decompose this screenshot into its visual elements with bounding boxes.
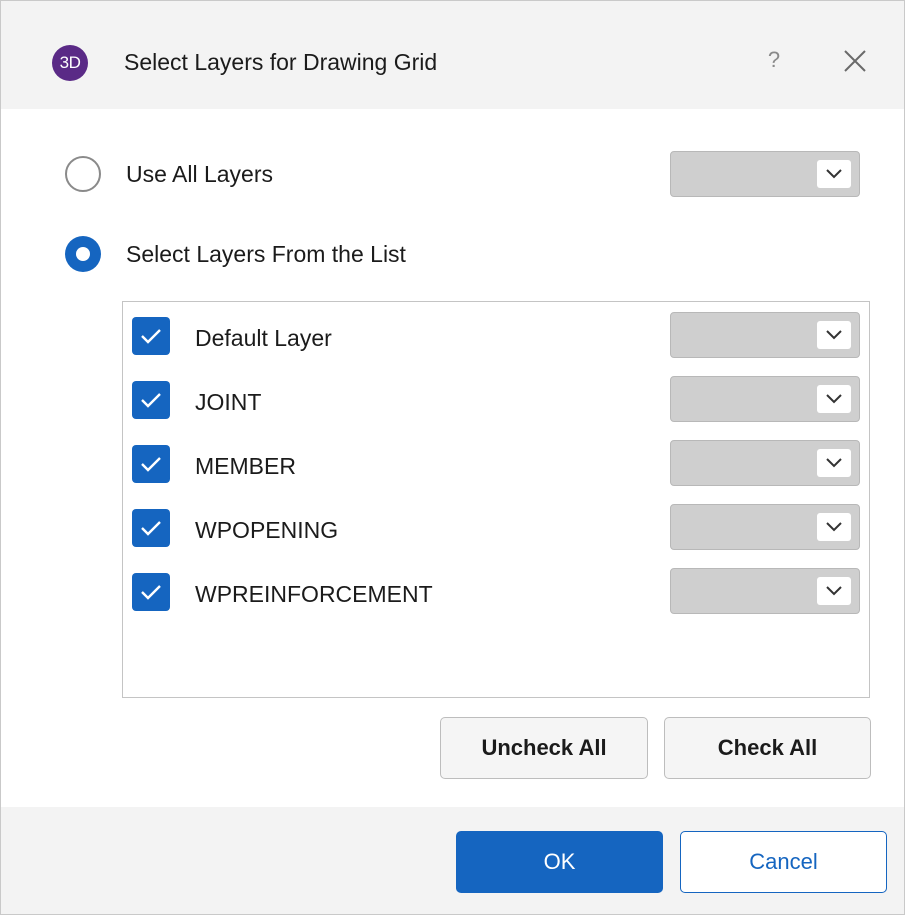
checkmark-icon bbox=[141, 521, 161, 536]
use-all-layers-label: Use All Layers bbox=[126, 161, 274, 187]
chevron-down-icon bbox=[826, 458, 842, 468]
layer-checkbox-wpopening[interactable] bbox=[132, 509, 170, 547]
cancel-button[interactable]: Cancel bbox=[680, 831, 887, 893]
help-button[interactable]: ? bbox=[761, 45, 787, 75]
chevron-down-icon bbox=[826, 330, 842, 340]
chevron-down-icon bbox=[826, 522, 842, 532]
checkmark-icon bbox=[141, 329, 161, 344]
layer-dropdown-wpopening[interactable] bbox=[670, 504, 860, 550]
layer-dropdown-default[interactable] bbox=[670, 312, 860, 358]
checkmark-icon bbox=[141, 585, 161, 600]
chevron-down-icon bbox=[826, 586, 842, 596]
dialog-footer: OK Cancel bbox=[1, 807, 904, 914]
select-layers-dialog: 3D Select Layers for Drawing Grid ? Use … bbox=[0, 0, 905, 915]
chevron-down-icon bbox=[826, 394, 842, 404]
layer-checkbox-default[interactable] bbox=[132, 317, 170, 355]
uncheck-all-button[interactable]: Uncheck All bbox=[440, 717, 648, 779]
checkmark-icon bbox=[141, 393, 161, 408]
dropdown-arrow bbox=[817, 321, 851, 349]
layer-checkbox-joint[interactable] bbox=[132, 381, 170, 419]
checkmark-icon bbox=[141, 457, 161, 472]
dropdown-arrow bbox=[817, 449, 851, 477]
use-all-layers-dropdown[interactable] bbox=[670, 151, 860, 197]
layer-checkbox-member[interactable] bbox=[132, 445, 170, 483]
layer-label: Default Layer bbox=[195, 325, 332, 351]
chevron-down-icon bbox=[826, 169, 842, 179]
layer-label: MEMBER bbox=[195, 453, 296, 479]
select-from-list-label: Select Layers From the List bbox=[126, 241, 406, 267]
layer-dropdown-wpreinforcement[interactable] bbox=[670, 568, 860, 614]
check-all-button[interactable]: Check All bbox=[664, 717, 871, 779]
ok-button[interactable]: OK bbox=[456, 831, 663, 893]
layer-label: JOINT bbox=[195, 389, 262, 415]
app-3d-icon: 3D bbox=[52, 45, 88, 81]
use-all-layers-radio[interactable] bbox=[65, 156, 101, 192]
layer-label: WPREINFORCEMENT bbox=[195, 581, 433, 607]
layer-checkbox-wpreinforcement[interactable] bbox=[132, 573, 170, 611]
dropdown-arrow bbox=[817, 513, 851, 541]
layer-dropdown-member[interactable] bbox=[670, 440, 860, 486]
layer-dropdown-joint[interactable] bbox=[670, 376, 860, 422]
close-icon bbox=[844, 50, 866, 72]
dropdown-arrow bbox=[817, 577, 851, 605]
layer-label: WPOPENING bbox=[195, 517, 339, 543]
dialog-title: Select Layers for Drawing Grid bbox=[124, 49, 438, 75]
dropdown-arrow bbox=[817, 385, 851, 413]
dropdown-arrow bbox=[817, 160, 851, 188]
close-button[interactable] bbox=[839, 45, 871, 77]
select-from-list-radio[interactable] bbox=[65, 236, 101, 272]
title-bar: 3D Select Layers for Drawing Grid ? bbox=[1, 1, 904, 109]
layers-list[interactable]: Default Layer JOINT MEMBER WPOPENING WPR… bbox=[122, 301, 870, 698]
